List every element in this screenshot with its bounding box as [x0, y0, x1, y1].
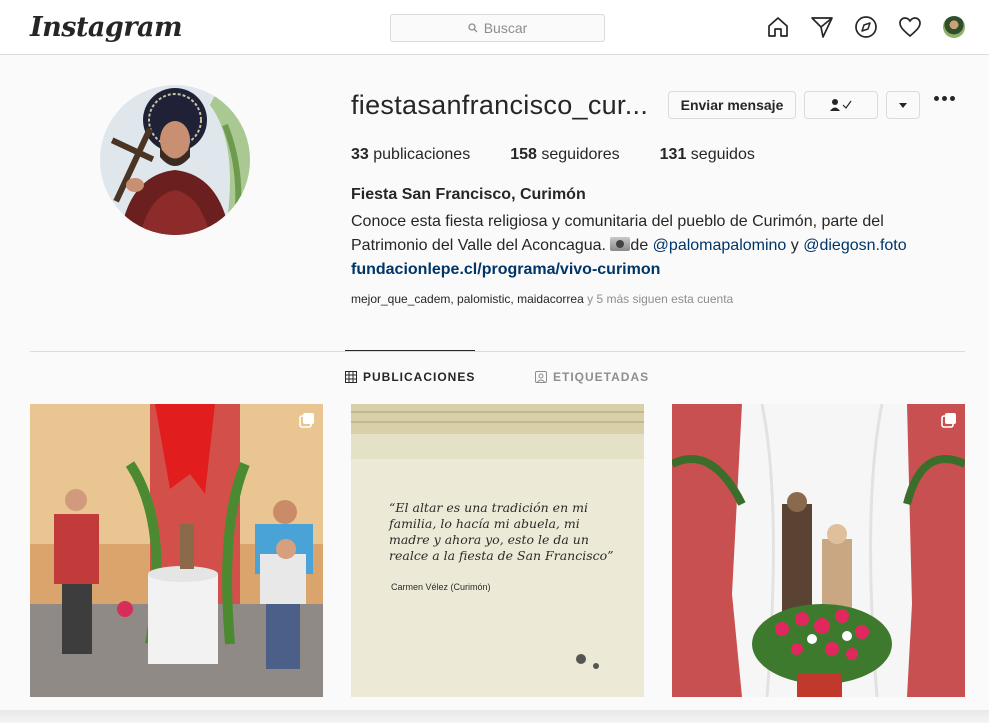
profile-username: fiestasanfrancisco_cur... [351, 90, 649, 120]
profile-picture[interactable] [100, 85, 250, 235]
post-thumbnail[interactable]: “El altar es una tradición en mi familia… [351, 404, 644, 697]
followers-count[interactable]: 158 seguidores [510, 146, 619, 164]
mention-link[interactable]: @palomapalomino [653, 237, 787, 254]
profile-stats: 33 publicaciones 158 seguidores 131 segu… [351, 146, 795, 164]
profile-full-name: Fiesta San Francisco, Curimón [351, 186, 586, 203]
person-check-icon [830, 99, 852, 111]
tab-posts[interactable]: PUBLICACIONES [345, 370, 475, 384]
instagram-logo[interactable]: Instagram [30, 12, 183, 43]
post-quote-credit: Carmen Vélez (Curimón) [391, 582, 491, 592]
mention-link[interactable]: @diegosn.foto [803, 237, 906, 254]
active-tab-indicator [345, 350, 475, 351]
profile-bio: Conoce esta fiesta religiosa y comunitar… [351, 210, 931, 282]
multiple-posts-icon [299, 413, 314, 428]
tabs-divider [30, 351, 965, 352]
activity-heart-icon[interactable] [897, 14, 923, 40]
nav-icons [747, 14, 967, 40]
explore-icon[interactable] [853, 14, 879, 40]
search-input[interactable]: Buscar [390, 14, 605, 42]
bio-line: Conoce esta fiesta religiosa y comunitar… [351, 213, 884, 230]
post-quote-text: “El altar es una tradición en mi familia… [389, 500, 614, 563]
home-icon[interactable] [765, 14, 791, 40]
grid-icon [345, 371, 357, 383]
profile-avatar[interactable] [941, 14, 967, 40]
camera-emoji-icon [610, 237, 631, 251]
direct-icon[interactable] [809, 14, 835, 40]
following-button[interactable] [804, 91, 878, 119]
tagged-icon [535, 371, 547, 383]
post-thumbnail[interactable] [30, 404, 323, 697]
posts-count: 33 publicaciones [351, 146, 471, 163]
search-placeholder: Buscar [483, 20, 528, 36]
bio-line: Patrimonio del Valle del Aconcagua. de @… [351, 237, 907, 254]
post-thumbnail[interactable] [672, 404, 965, 697]
top-navigation-bar: Instagram Buscar [0, 0, 989, 55]
following-count[interactable]: 131 seguidos [660, 146, 755, 164]
send-message-button[interactable]: Enviar mensaje [668, 91, 796, 119]
window-bottom-edge [0, 710, 989, 723]
search-icon [468, 23, 478, 33]
more-options-icon[interactable] [934, 96, 958, 101]
suggestions-dropdown-button[interactable] [886, 91, 920, 119]
caret-down-icon [899, 102, 907, 108]
followed-by[interactable]: mejor_que_cadem, palomistic, maidacorrea… [351, 292, 733, 306]
tab-tagged[interactable]: ETIQUETADAS [535, 370, 649, 384]
website-link[interactable]: fundacionlepe.cl/programa/vivo-curimon [351, 261, 660, 278]
multiple-posts-icon [941, 413, 956, 428]
